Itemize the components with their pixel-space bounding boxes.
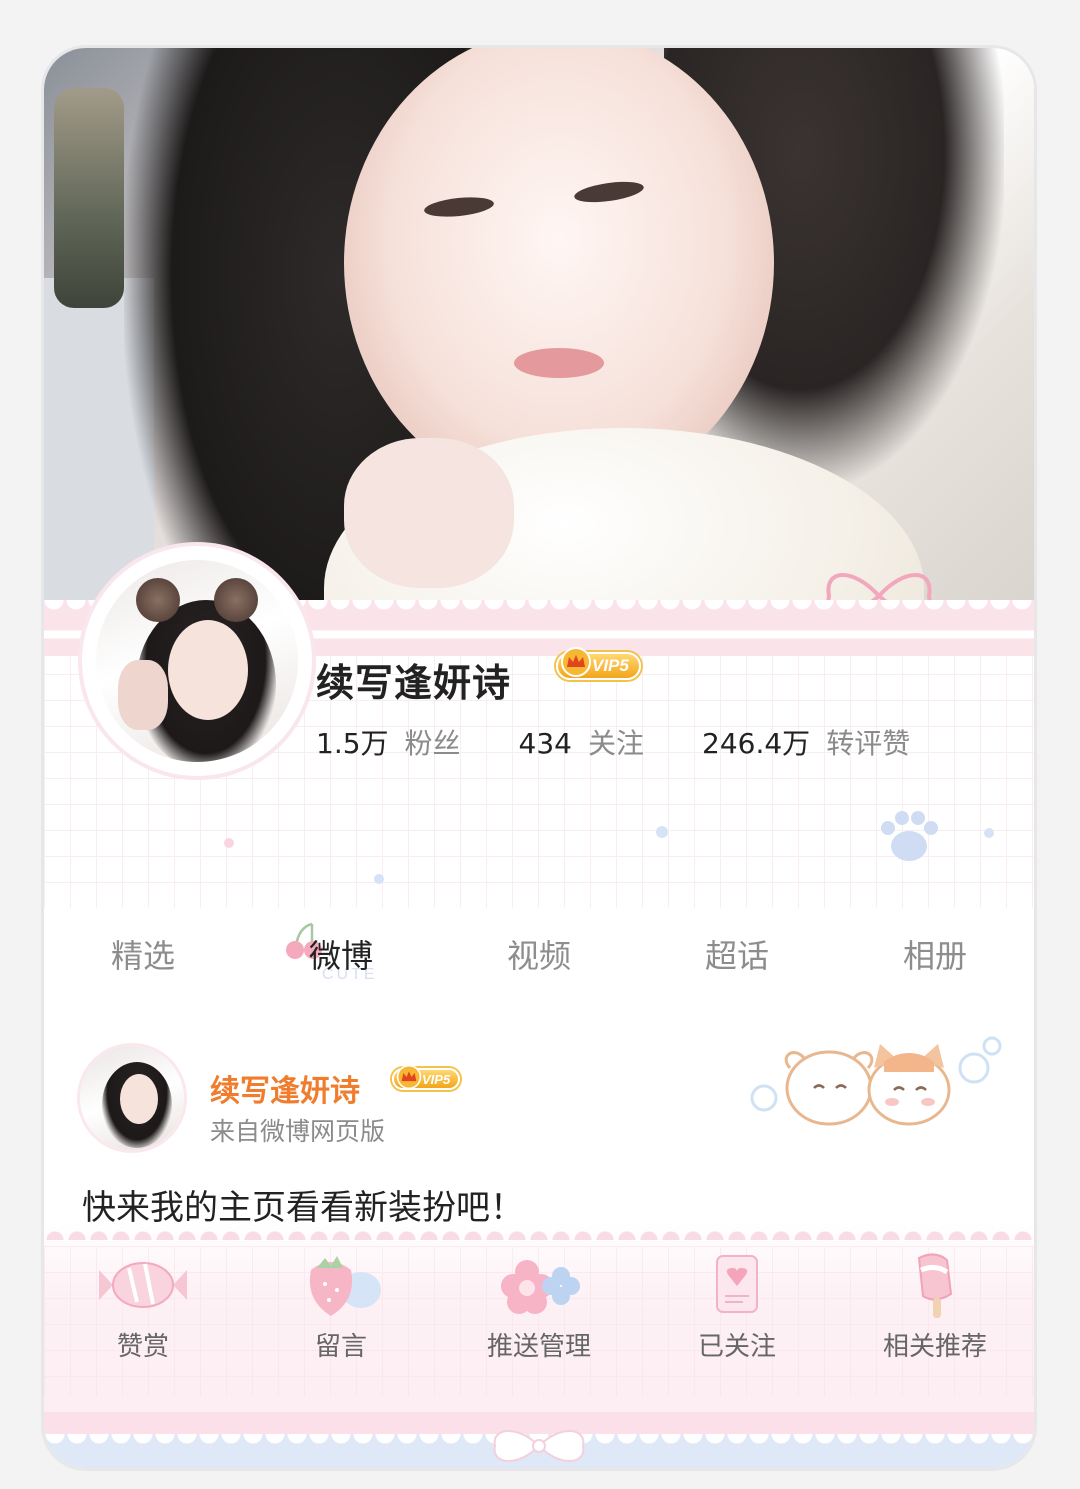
sheep-cat-decoration-icon [750, 1036, 1002, 1126]
notebook-icon [716, 1255, 758, 1313]
vip-label: VIP5 [422, 1071, 451, 1087]
post-source: 来自微博网页版 [210, 1117, 386, 1146]
tab-supertopic[interactable]: 超话 [638, 928, 836, 984]
vip-label: VIP5 [592, 656, 629, 675]
tab-featured[interactable]: 精选 [44, 928, 242, 984]
paw-icon [881, 811, 938, 861]
action-label: 留言 [314, 1332, 367, 1362]
vip-badge[interactable]: VIP5 [556, 647, 641, 680]
flower-icon [501, 1260, 580, 1314]
popsicle-icon [917, 1253, 953, 1318]
crown-icon [561, 647, 591, 677]
stat-label: 转评赞 [826, 727, 911, 760]
stat-fans[interactable]: 1.5万 粉丝 [316, 722, 461, 762]
tab-weibo[interactable]: 微博 [242, 928, 440, 984]
stat-value: 434 [518, 727, 572, 760]
profile-stats: 1.5万 粉丝 434 关注 246.4万 转评赞 [316, 722, 968, 762]
strawberry-icon [309, 1256, 381, 1316]
action-bar: 赞赏 留言 推送管理 已关注 相关推荐 [44, 1246, 1034, 1396]
crown-icon [396, 1064, 422, 1090]
action-label: 已关注 [697, 1332, 776, 1362]
stat-label: 关注 [588, 727, 645, 760]
post-avatar[interactable] [80, 1046, 184, 1150]
action-label: 推送管理 [486, 1332, 591, 1362]
reward-button[interactable]: 赞赏 [44, 1246, 242, 1396]
recommend-button[interactable]: 相关推荐 [836, 1246, 1034, 1396]
action-label: 赞赏 [116, 1332, 169, 1362]
push-settings-button[interactable]: 推送管理 [440, 1246, 638, 1396]
stat-value: 1.5万 [316, 727, 389, 760]
stat-following[interactable]: 434 关注 [519, 722, 644, 762]
profile-avatar[interactable] [82, 546, 312, 776]
stat-value: 246.4万 [702, 727, 811, 760]
profile-card: 续写逢妍诗 VIP5 1.5万 粉丝 434 关注 246.4万 转评赞 CUT… [44, 48, 1034, 1468]
profile-name: 续写逢妍诗 [316, 661, 512, 705]
stat-label: 粉丝 [404, 727, 461, 760]
tab-bar: 精选 微博 视频 超话 相册 [44, 928, 1034, 984]
tab-album[interactable]: 相册 [836, 928, 1034, 984]
post-vip-badge[interactable]: VIP5 [392, 1064, 461, 1090]
message-button[interactable]: 留言 [242, 1246, 440, 1396]
bow-decoration-icon [493, 1430, 585, 1462]
following-button[interactable]: 已关注 [638, 1246, 836, 1396]
stat-likes[interactable]: 246.4万 转评赞 [702, 722, 910, 762]
action-label: 相关推荐 [882, 1332, 987, 1362]
tab-video[interactable]: 视频 [440, 928, 638, 984]
candy-icon [99, 1262, 187, 1308]
post-author[interactable]: 续写逢妍诗 [210, 1066, 360, 1110]
